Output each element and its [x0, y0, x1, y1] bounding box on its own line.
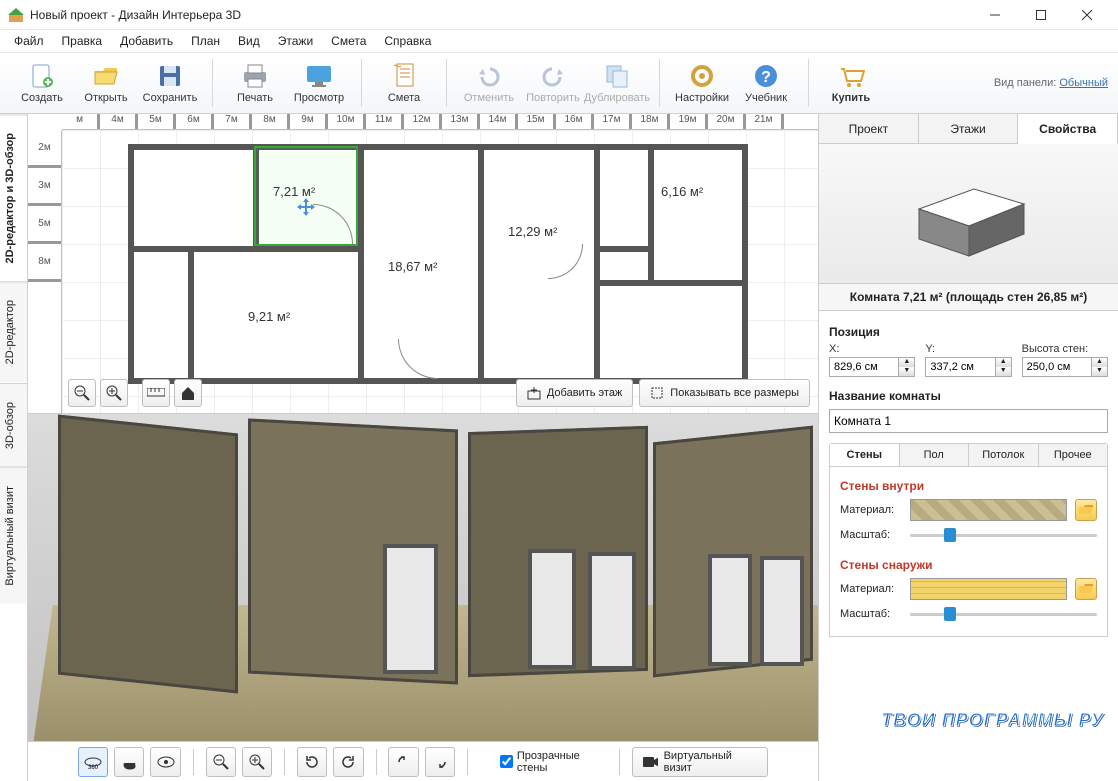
minimize-button[interactable]: [972, 0, 1018, 30]
pos-x-field[interactable]: ▲▼: [829, 357, 915, 377]
panel-mode: Вид панели: Обычный: [994, 77, 1108, 89]
view-3d[interactable]: [28, 414, 818, 781]
menu-view[interactable]: Вид: [230, 32, 268, 50]
duplicate-button[interactable]: Дублировать: [585, 55, 649, 111]
floorplan[interactable]: 7,21 м² 6,16 м² 12,29 м² 18,67 м² 9,21 м…: [128, 144, 748, 384]
wall-height-field[interactable]: ▲▼: [1022, 357, 1108, 377]
folder-icon: [1079, 505, 1093, 515]
zoom-in-button[interactable]: [100, 379, 128, 407]
scale-outside-slider[interactable]: [910, 605, 1097, 623]
menu-help[interactable]: Справка: [376, 32, 439, 50]
menu-floors[interactable]: Этажи: [270, 32, 321, 50]
vtab-virtual[interactable]: Виртуальный визит: [0, 467, 27, 604]
look-button[interactable]: [150, 747, 180, 777]
create-button[interactable]: Создать: [10, 55, 74, 111]
stab-other[interactable]: Прочее: [1039, 444, 1108, 466]
transparent-walls-check[interactable]: Прозрачные стены: [500, 750, 607, 774]
print-button[interactable]: Печать: [223, 55, 287, 111]
menu-add[interactable]: Добавить: [112, 32, 181, 50]
virtual-visit-button[interactable]: Виртуальный визит: [632, 747, 768, 777]
vtab-2d[interactable]: 2D-редактор: [0, 281, 27, 382]
rtab-properties[interactable]: Свойства: [1018, 114, 1118, 144]
settings-button[interactable]: Настройки: [670, 55, 734, 111]
zoom-out-button[interactable]: [68, 379, 96, 407]
tilt-down-button[interactable]: [425, 747, 455, 777]
rotate-cw-button[interactable]: [333, 747, 363, 777]
ruler-horizontal: м4м5м6м7м8м9м10м11м12м13м14м15м16м17м18м…: [62, 114, 818, 130]
vtab-3d[interactable]: 3D-обзор: [0, 383, 27, 467]
titlebar: Новый проект - Дизайн Интерьера 3D: [0, 0, 1118, 30]
estimate-button[interactable]: Смета: [372, 55, 436, 111]
ruler-vertical: 2м3м5м8м: [28, 130, 62, 413]
material-inside-browse[interactable]: [1075, 499, 1097, 521]
plan-tools: [68, 379, 202, 407]
panel-mode-link[interactable]: Обычный: [1059, 77, 1108, 89]
room-label: 9,21 м²: [248, 309, 290, 324]
redo-button[interactable]: Повторить: [521, 55, 585, 111]
walls-inside-heading: Стены внутри: [840, 479, 1097, 493]
material-outside-browse[interactable]: [1075, 578, 1097, 600]
save-button[interactable]: Сохранить: [138, 55, 202, 111]
stab-floor[interactable]: Пол: [900, 444, 970, 466]
room-label: 18,67 м²: [388, 259, 437, 274]
app-icon: [8, 7, 24, 23]
buy-button[interactable]: Купить: [819, 55, 883, 111]
camera-icon: [643, 756, 658, 768]
close-button[interactable]: [1064, 0, 1110, 30]
open-button[interactable]: Открыть: [74, 55, 138, 111]
properties-panel: Проект Этажи Свойства Комната 7,21 м² (п…: [818, 114, 1118, 781]
add-floor-icon: [527, 386, 541, 400]
pan-button[interactable]: [114, 747, 144, 777]
position-heading: Позиция: [829, 325, 1108, 339]
stab-ceiling[interactable]: Потолок: [969, 444, 1039, 466]
bottom-toolbar: 360 Прозрачные стены Виртуальный визит: [28, 741, 818, 781]
preview-button[interactable]: Просмотр: [287, 55, 351, 111]
menubar: Файл Правка Добавить План Вид Этажи Смет…: [0, 30, 1118, 52]
roomname-heading: Название комнаты: [829, 389, 1108, 403]
add-floor-button[interactable]: Добавить этаж: [516, 379, 633, 407]
svg-text:?: ?: [761, 69, 771, 86]
scale-inside-slider[interactable]: [910, 526, 1097, 544]
main-toolbar: Создать Открыть Сохранить Печать Просмот…: [0, 52, 1118, 114]
material-outside-swatch[interactable]: [910, 578, 1067, 600]
maximize-button[interactable]: [1018, 0, 1064, 30]
menu-plan[interactable]: План: [183, 32, 228, 50]
stab-walls[interactable]: Стены: [830, 444, 900, 466]
rtab-project[interactable]: Проект: [819, 114, 919, 143]
pos-y-field[interactable]: ▲▼: [925, 357, 1011, 377]
dims-icon: [650, 386, 664, 400]
menu-estimate[interactable]: Смета: [323, 32, 374, 50]
menu-file[interactable]: Файл: [6, 32, 52, 50]
measure-button[interactable]: [142, 379, 170, 407]
undo-button[interactable]: Отменить: [457, 55, 521, 111]
room-label: 12,29 м²: [508, 224, 557, 239]
watermark: ТВОИ ПРОГРАММЫ РУ: [881, 710, 1104, 731]
show-dims-button[interactable]: Показывать все размеры: [639, 379, 810, 407]
material-inside-swatch[interactable]: [910, 499, 1067, 521]
room-3d-preview: [819, 144, 1118, 284]
folder-icon: [1079, 584, 1093, 594]
vtab-2d-3d[interactable]: 2D-редактор и 3D-обзор: [0, 114, 27, 281]
rotate-ccw-button[interactable]: [297, 747, 327, 777]
tilt-up-button[interactable]: [388, 747, 418, 777]
orbit-button[interactable]: 360: [78, 747, 108, 777]
walls-outside-heading: Стены снаружи: [840, 558, 1097, 572]
svg-text:360: 360: [88, 765, 99, 771]
plan-2d-view[interactable]: м4м5м6м7м8м9м10м11м12м13м14м15м16м17м18м…: [28, 114, 818, 414]
window-title: Новый проект - Дизайн Интерьера 3D: [30, 8, 972, 22]
room-label: 7,21 м²: [273, 184, 315, 199]
room-info: Комната 7,21 м² (площадь стен 26,85 м²): [819, 284, 1118, 311]
home-button[interactable]: [174, 379, 202, 407]
zoom-out-3d[interactable]: [206, 747, 236, 777]
rtab-floors[interactable]: Этажи: [919, 114, 1019, 143]
room-label: 6,16 м²: [661, 184, 703, 199]
zoom-in-3d[interactable]: [242, 747, 272, 777]
tutorial-button[interactable]: ?Учебник: [734, 55, 798, 111]
room-name-input[interactable]: [829, 409, 1108, 433]
side-tabs: 2D-редактор и 3D-обзор 2D-редактор 3D-об…: [0, 114, 28, 781]
menu-edit[interactable]: Правка: [54, 32, 111, 50]
